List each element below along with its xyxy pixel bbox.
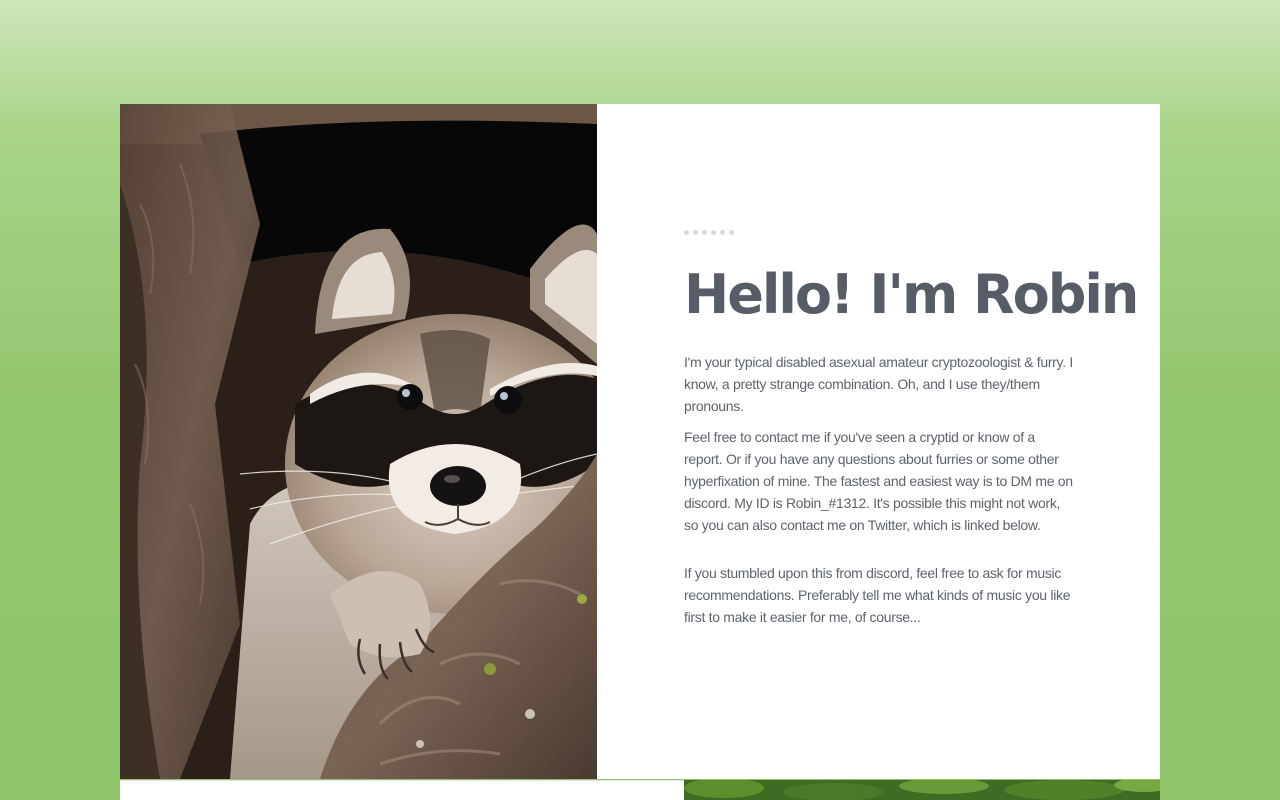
- page-title: Hello! I'm Robin: [684, 263, 1139, 326]
- intro-card: Hello! I'm Robin I'm your typical disabl…: [120, 104, 1160, 779]
- raccoon-photo: [120, 104, 597, 779]
- contact-paragraph: Feel free to contact me if you've seen a…: [684, 429, 1073, 533]
- intro-paragraph: I'm your typical disabled asexual amateu…: [684, 354, 1073, 414]
- next-section-card: [120, 780, 684, 800]
- next-section-photo: [684, 780, 1160, 800]
- music-paragraph: If you stumbled upon this from discord, …: [684, 565, 1071, 625]
- decorative-dots: [684, 230, 1076, 235]
- intro-text-panel: Hello! I'm Robin I'm your typical disabl…: [684, 230, 1139, 637]
